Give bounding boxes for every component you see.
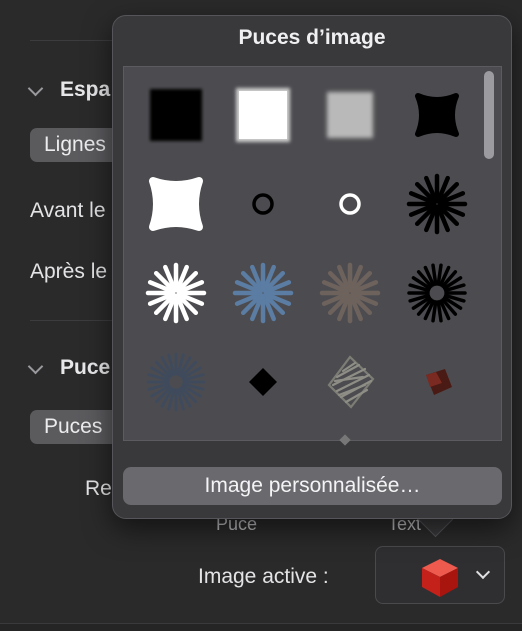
red-cube-icon (422, 559, 458, 597)
black-radial-burst-icon (407, 263, 467, 323)
popover-title: Puces d’image (238, 26, 386, 49)
black-square-icon (150, 89, 202, 141)
divider (30, 40, 120, 41)
bullet-small-white-ring[interactable] (315, 169, 385, 239)
bullet-white-starburst[interactable] (141, 258, 211, 328)
chevron-down-icon[interactable] (27, 80, 44, 97)
bullet-black-blob[interactable] (402, 80, 472, 150)
bullet-black-starburst[interactable] (402, 169, 472, 239)
bullet-dark-blue-radial-burst[interactable] (141, 347, 211, 417)
after-paragraph-label: Après le (30, 260, 108, 283)
scrollbar-thumb[interactable] (484, 71, 494, 159)
bullet-blue-starburst[interactable] (228, 258, 298, 328)
bullet-white-square[interactable] (228, 80, 298, 150)
before-paragraph-label: Avant le (30, 199, 106, 222)
bullet-red-chip[interactable] (402, 347, 472, 417)
scribble-diamond-icon (327, 355, 375, 409)
divider (30, 320, 120, 321)
chevron-down-icon[interactable] (475, 564, 491, 580)
chevron-down-icon[interactable] (27, 358, 44, 375)
custom-image-button[interactable]: Image personnalisée… (123, 467, 502, 505)
white-square-icon (236, 88, 290, 142)
bullet-image-grid (123, 66, 502, 441)
active-image-label: Image active : (198, 565, 329, 588)
bullet-gray-square[interactable] (315, 80, 385, 150)
bullet-white-blob[interactable] (141, 169, 211, 239)
black-ring-icon (252, 193, 274, 215)
bullet-brown-starburst[interactable] (315, 258, 385, 328)
partial-label: Re (85, 477, 112, 500)
dark-blue-radial-burst-icon (146, 352, 206, 412)
blue-starburst-icon (232, 262, 294, 324)
image-bullets-popover: Puces d’image Image personnalisée… (112, 15, 512, 519)
bullet-scribble-diamond[interactable] (315, 347, 385, 417)
white-blob-icon (149, 177, 203, 231)
white-ring-icon (339, 193, 361, 215)
section-title-spacing[interactable]: Espa (60, 78, 110, 102)
bullet-small-black-ring[interactable] (228, 169, 298, 239)
black-starburst-icon (406, 173, 468, 235)
bullet-black-radial-burst[interactable] (402, 258, 472, 328)
black-diamond-icon (249, 368, 277, 396)
bullet-black-square[interactable] (141, 80, 211, 150)
black-blob-icon (415, 93, 459, 137)
red-chip-icon (426, 369, 452, 395)
white-starburst-icon (145, 262, 207, 324)
brown-starburst-icon (319, 262, 381, 324)
active-image-well[interactable] (375, 546, 505, 604)
bullet-black-diamond[interactable] (228, 347, 298, 417)
gray-square-icon (327, 92, 373, 138)
section-title-bullets[interactable]: Puce (60, 356, 110, 380)
